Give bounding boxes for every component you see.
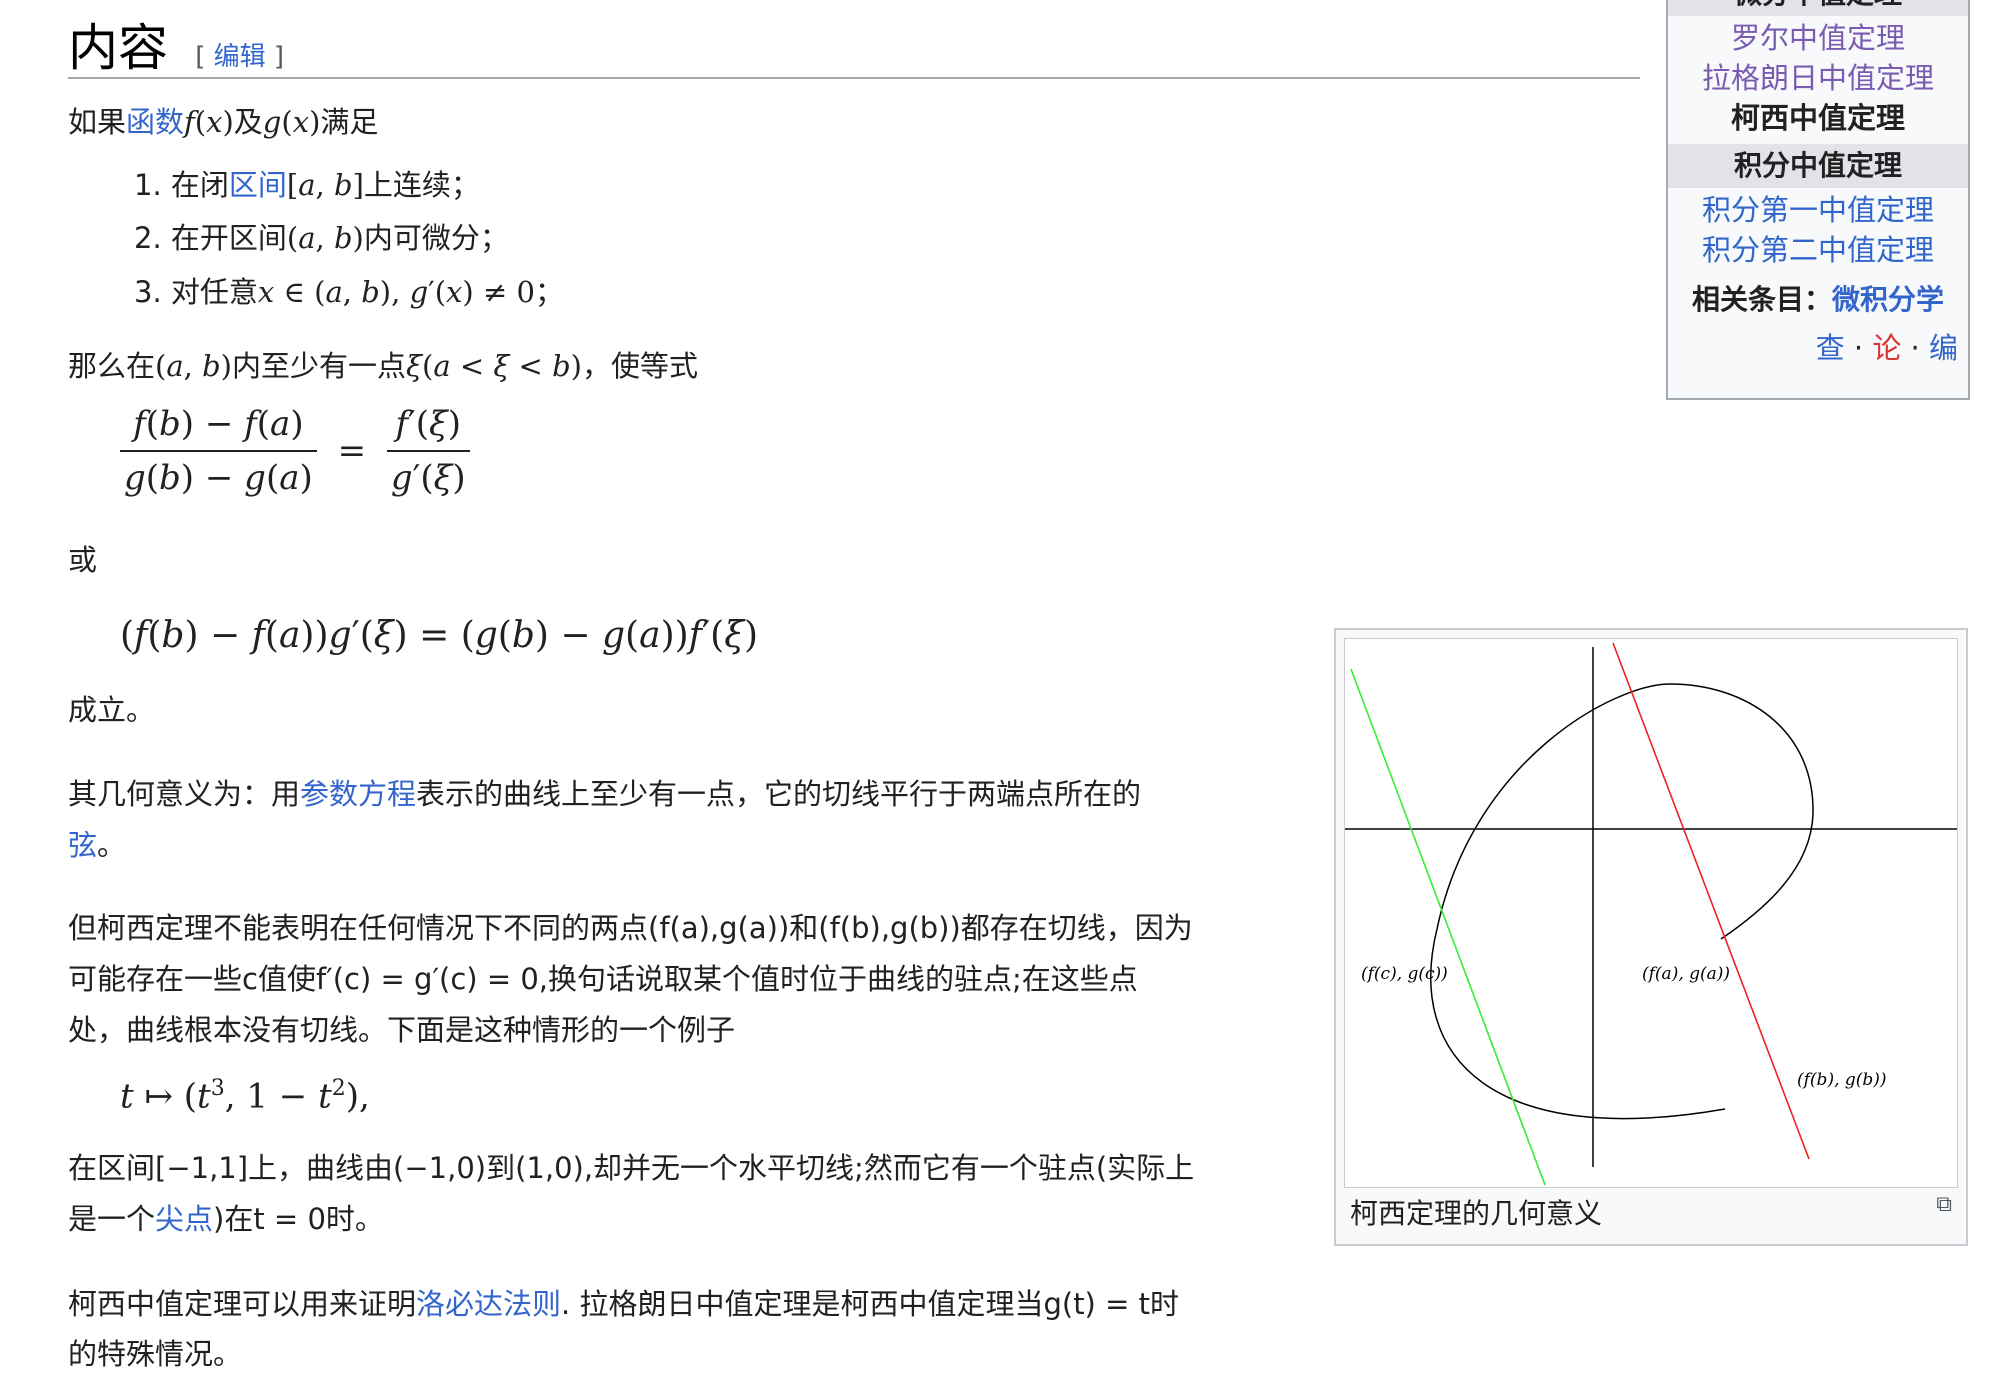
navbox-edit-link[interactable]: 编 bbox=[1929, 331, 1958, 365]
formula-product: (f(b) − f(a))g′(ξ) = (g(b) − g(a))f′(ξ) bbox=[120, 615, 759, 656]
curve bbox=[1429, 683, 1814, 1120]
link-function[interactable]: 函数 bbox=[126, 105, 184, 139]
example-line2: 是一个尖点)在t = 0时。 bbox=[68, 1202, 384, 1236]
cauchy-diagram: (f(c), g(c)) (f(a), g(a)) (f(b), g(b)) bbox=[1345, 642, 1957, 1186]
navbox-link-integral-second[interactable]: 积分第二中值定理 bbox=[1702, 233, 1934, 267]
formula-fraction: f(b) − f(a) g(b) − g(a) = f′(ξ) g′(ξ) bbox=[120, 404, 470, 498]
navbox-link-lagrange[interactable]: 拉格朗日中值定理 bbox=[1702, 61, 1934, 95]
link-cusp[interactable]: 尖点 bbox=[155, 1202, 213, 1236]
navbox-talk-link[interactable]: 论 bbox=[1872, 331, 1901, 365]
navbox-group-differential: 微分中值定理 bbox=[1668, 0, 1968, 16]
caveat-line3: 处，曲线根本没有切线。下面是这种情形的一个例子 bbox=[68, 1013, 736, 1047]
navbox-mean-value: 微分中值定理 罗尔中值定理 拉格朗日中值定理 柯西中值定理 积分中值定理 积分第… bbox=[1666, 0, 1970, 400]
figure-caption: 柯西定理的几何意义 bbox=[1350, 1197, 1603, 1230]
condition-2: 2. 在开区间(a, b)内可微分； bbox=[134, 221, 509, 255]
geometry-line2: 弦。 bbox=[68, 828, 127, 862]
navbox-link-rolle[interactable]: 罗尔中值定理 bbox=[1731, 21, 1905, 55]
link-interval[interactable]: 区间 bbox=[229, 168, 287, 202]
link-parametric-equation[interactable]: 参数方程 bbox=[300, 777, 416, 811]
label-b: (f(b), g(b)) bbox=[1797, 1070, 1887, 1090]
formula-example: t ↦ (t3, 1 − t2), bbox=[120, 1076, 370, 1117]
heading-rule bbox=[68, 77, 1640, 79]
navbox-link-calculus[interactable]: 微积分学 bbox=[1832, 283, 1944, 316]
label-c: (f(c), g(c)) bbox=[1361, 964, 1448, 984]
or-label: 或 bbox=[68, 543, 98, 577]
navbox-related: 相关条目：微积分学 bbox=[1691, 283, 1945, 316]
theorem-conclusion: 那么在(a, b)内至少有一点ξ(a < ξ < b)，使等式 bbox=[68, 349, 699, 383]
chord-line bbox=[1612, 642, 1810, 1160]
link-lhopital[interactable]: 洛必达法则 bbox=[416, 1287, 561, 1321]
condition-1: 1. 在闭区间[a, b]上连续； bbox=[134, 168, 480, 202]
section-heading: 内容 [ 编辑 ] bbox=[68, 8, 284, 80]
navbox-group-integral: 积分中值定理 bbox=[1668, 144, 1968, 188]
navbox-link-integral-first[interactable]: 积分第一中值定理 bbox=[1702, 193, 1934, 227]
lhopital-line2: 的特殊情况。 bbox=[68, 1337, 243, 1371]
lhopital-line1: 柯西中值定理可以用来证明洛必达法则. 拉格朗日中值定理是柯西中值定理当g(t) … bbox=[68, 1287, 1179, 1321]
edit-link[interactable]: 编辑 bbox=[214, 42, 266, 72]
condition-3: 3. 对任意x ∈ (a, b), g′(x) ≠ 0； bbox=[134, 275, 564, 309]
geometry-line1: 其几何意义为：用参数方程表示的曲线上至少有一点，它的切线平行于两端点所在的 bbox=[68, 777, 1142, 811]
navbox-current-cauchy: 柯西中值定理 bbox=[1730, 101, 1905, 135]
figure-image[interactable]: (f(c), g(c)) (f(a), g(a)) (f(b), g(b)) bbox=[1344, 638, 1958, 1188]
caveat-line1: 但柯西定理不能表明在任何情况下不同的两点(f(a),g(a))和(f(b),g(… bbox=[68, 911, 1193, 945]
enlarge-icon[interactable]: ⧉ bbox=[1936, 1192, 1952, 1217]
holds-label: 成立。 bbox=[68, 693, 156, 727]
figure-thumbnail: (f(c), g(c)) (f(a), g(a)) (f(b), g(b)) 柯… bbox=[1334, 628, 1968, 1246]
caveat-line2: 可能存在一些c值使f′(c) = g′(c) = 0,换句话说取某个值时位于曲线… bbox=[68, 962, 1138, 996]
label-a: (f(a), g(a)) bbox=[1642, 964, 1730, 984]
link-chord[interactable]: 弦 bbox=[68, 828, 97, 862]
theorem-intro: 如果函数f(x)及g(x)满足 bbox=[68, 105, 379, 139]
tangent-line bbox=[1350, 668, 1546, 1186]
navbox-vte: 查 · 论 · 编 bbox=[1815, 331, 1958, 365]
edit-section[interactable]: [ 编辑 ] bbox=[195, 42, 284, 72]
navbox-view-link[interactable]: 查 bbox=[1816, 331, 1845, 365]
section-title: 内容 bbox=[68, 19, 168, 77]
example-line1: 在区间[−1,1]上，曲线由(−1,0)到(1,0),却并无一个水平切线;然而它… bbox=[68, 1151, 1195, 1185]
